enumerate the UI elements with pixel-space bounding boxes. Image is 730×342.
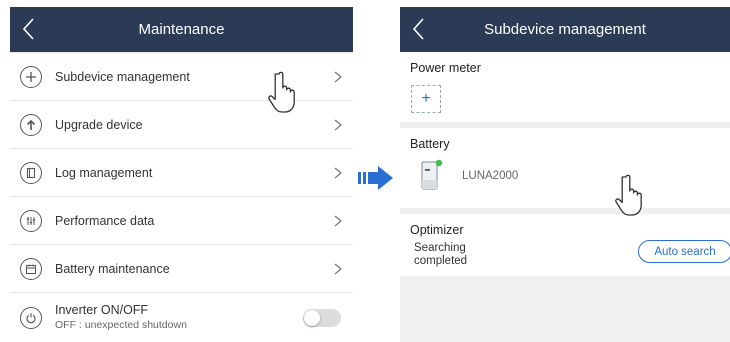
chevron-right-icon [334, 167, 342, 179]
status-line: completed [414, 255, 468, 267]
toggle-knob [304, 310, 320, 326]
battery-device-name[interactable]: LUNA2000 [462, 170, 518, 182]
performance-icon [20, 209, 42, 232]
plus-icon [20, 65, 42, 88]
menu-item-label: Performance data [55, 213, 155, 228]
menu-item-log-management[interactable]: Log management [10, 149, 353, 197]
page-title: Subdevice management [484, 21, 646, 38]
maintenance-header: Maintenance [10, 7, 353, 52]
chevron-right-icon [334, 119, 342, 131]
maintenance-screen: Maintenance Subdevice management Upgrade… [10, 7, 353, 342]
add-power-meter-button[interactable]: + [411, 85, 441, 113]
pointing-hand-icon [615, 174, 642, 216]
subdevice-management-screen: Subdevice management Power meter + Batte… [400, 7, 730, 342]
menu-item-label: Subdevice management [55, 69, 190, 84]
pointing-hand-icon [268, 71, 295, 113]
upgrade-arrow-icon [20, 113, 42, 136]
optimizer-section: Optimizer Searching completed Auto searc… [400, 214, 730, 276]
battery-calendar-icon [20, 257, 42, 280]
menu-item-performance-data[interactable]: Performance data [10, 197, 353, 245]
page-title: Maintenance [138, 21, 225, 38]
power-meter-section: Power meter + [400, 52, 730, 122]
auto-search-button[interactable]: Auto search [638, 240, 730, 263]
menu-item-label: Log management [55, 165, 153, 180]
chevron-right-icon [334, 215, 342, 227]
battery-title: Battery [410, 137, 450, 151]
subdevice-header: Subdevice management [400, 7, 730, 52]
chevron-right-icon [334, 71, 342, 83]
log-icon [20, 161, 42, 184]
optimizer-title: Optimizer [410, 223, 464, 237]
menu-item-label: Battery maintenance [55, 261, 170, 276]
optimizer-search-status: Searching completed [414, 242, 467, 268]
battery-device-icon[interactable] [420, 158, 444, 190]
menu-item-inverter-on-off: Inverter ON/OFF OFF : unexpected shutdow… [10, 293, 353, 342]
inverter-status: OFF : unexpected shutdown [55, 319, 187, 331]
screenshot-stage: Maintenance Subdevice management Upgrade… [0, 0, 730, 342]
menu-item-label: Upgrade device [55, 117, 143, 132]
inverter-toggle[interactable] [303, 309, 341, 327]
back-arrow-icon[interactable] [408, 15, 432, 43]
power-meter-title: Power meter [410, 61, 481, 75]
power-icon [20, 307, 42, 329]
menu-item-battery-maintenance[interactable]: Battery maintenance [10, 245, 353, 293]
back-arrow-icon[interactable] [18, 15, 42, 43]
status-line: Searching [414, 242, 466, 254]
battery-section: Battery LUNA2000 [400, 128, 730, 208]
transition-arrow-icon [358, 166, 393, 190]
chevron-right-icon [334, 263, 342, 275]
inverter-text: Inverter ON/OFF OFF : unexpected shutdow… [55, 303, 187, 333]
inverter-label: Inverter ON/OFF [55, 303, 149, 317]
